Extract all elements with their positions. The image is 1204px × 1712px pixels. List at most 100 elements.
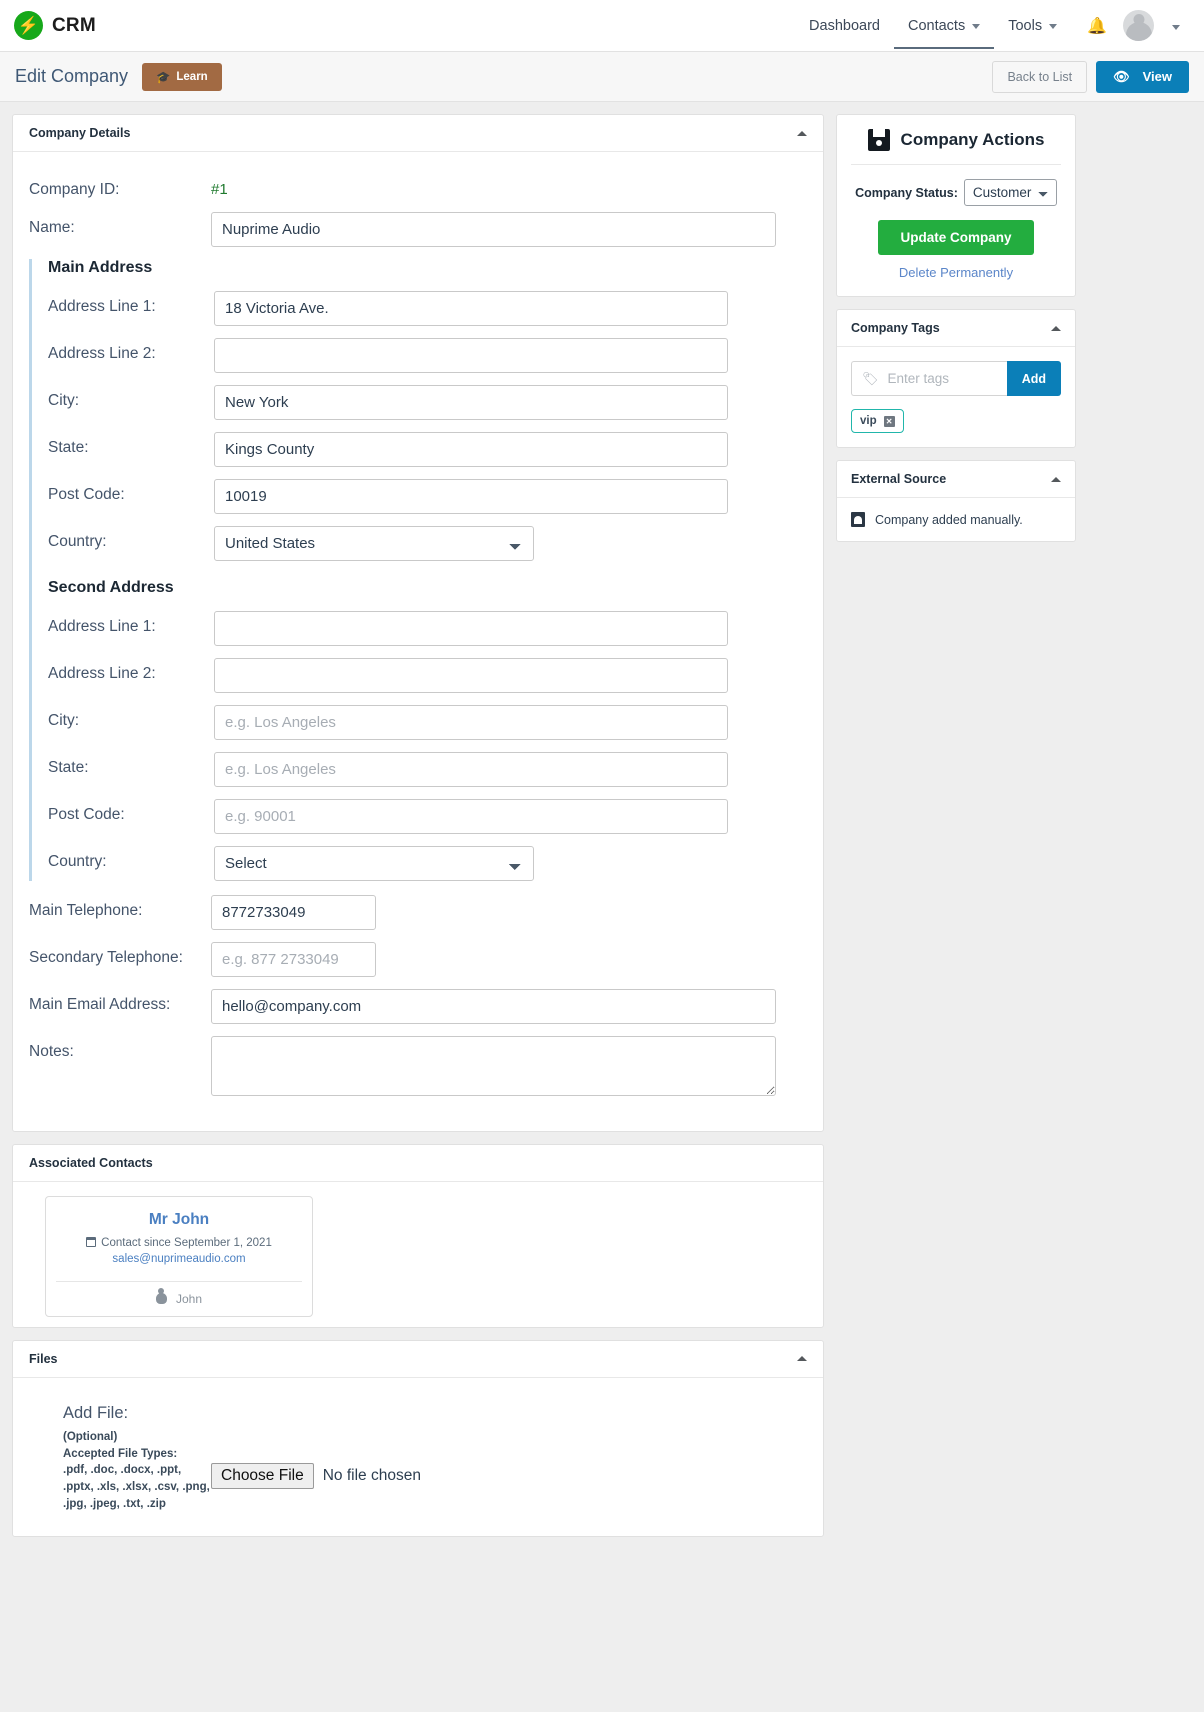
- main-email-input[interactable]: [211, 988, 776, 1024]
- second-address-country-label: Country:: [48, 852, 107, 870]
- company-actions-title: Company Actions: [900, 130, 1045, 149]
- sidebar-column: Company Actions Company Status: Customer…: [836, 114, 1076, 554]
- main-address-country-select[interactable]: United States: [214, 525, 534, 561]
- second-address-state-row: State:: [48, 751, 807, 787]
- eye-icon: 👁: [1113, 68, 1130, 84]
- company-details-title: Company Details: [29, 126, 131, 140]
- tag-input[interactable]: [887, 362, 997, 395]
- main-address-line1-label: Address Line 1:: [48, 297, 156, 315]
- tag-input-box: 🏷: [851, 361, 1007, 396]
- company-name-row: Name:: [29, 211, 807, 247]
- company-actions-panel: Company Actions Company Status: Customer…: [836, 114, 1076, 297]
- update-company-button[interactable]: Update Company: [878, 220, 1034, 255]
- main-address-postcode-label: Post Code:: [48, 485, 125, 503]
- secondary-telephone-input[interactable]: [211, 941, 376, 977]
- main-address-state-input[interactable]: [214, 431, 728, 467]
- main-address-line2-input[interactable]: [214, 337, 728, 373]
- files-body: Add File: (Optional) Accepted File Types…: [13, 1378, 823, 1536]
- nav-item-contacts[interactable]: Contacts: [893, 2, 995, 49]
- tag-chip-vip[interactable]: vip ✕: [851, 409, 904, 433]
- company-status-row: Company Status: Customer: [851, 179, 1061, 206]
- choose-file-button[interactable]: Choose File: [211, 1463, 314, 1490]
- company-tags-panel: Company Tags 🏷 Add vip ✕: [836, 309, 1076, 448]
- company-tags-body: 🏷 Add vip ✕: [837, 347, 1075, 447]
- tag-icon: 🏷: [862, 370, 879, 386]
- person-icon: [155, 1293, 167, 1305]
- associated-contacts-title: Associated Contacts: [29, 1155, 153, 1170]
- delete-permanently-link[interactable]: Delete Permanently: [851, 265, 1061, 280]
- main-telephone-label: Main Telephone:: [29, 901, 143, 919]
- page-title: Edit Company: [15, 66, 129, 86]
- no-file-chosen-label: No file chosen: [322, 1467, 421, 1485]
- account-menu-toggle[interactable]: [1154, 17, 1190, 35]
- learn-button[interactable]: 🎓 Learn: [142, 62, 222, 91]
- contact-email-link[interactable]: sales@nuprimeaudio.com: [56, 1253, 302, 1265]
- nav-item-dashboard[interactable]: Dashboard: [795, 2, 894, 49]
- files-header: Files: [13, 1341, 823, 1378]
- second-address-postcode-input[interactable]: [214, 798, 728, 834]
- view-button[interactable]: 👁 View: [1096, 60, 1189, 93]
- file-accepted-line3: .jpg, .jpeg, .txt, .zip: [63, 1497, 166, 1510]
- second-address-country-select[interactable]: Select: [214, 845, 534, 881]
- secondary-telephone-row: Secondary Telephone:: [29, 941, 807, 977]
- notes-textarea[interactable]: [211, 1035, 776, 1096]
- contact-owner-row: John: [56, 1280, 302, 1316]
- file-optional-label: (Optional): [63, 1430, 118, 1443]
- second-address-line1-row: Address Line 1:: [48, 610, 807, 646]
- notes-row: Notes:: [29, 1035, 807, 1101]
- second-address-line1-label: Address Line 1:: [48, 617, 156, 635]
- add-tag-button[interactable]: Add: [1006, 361, 1061, 396]
- page-subheader: Edit Company 🎓 Learn Back to List 👁 View: [0, 52, 1204, 102]
- company-name-input[interactable]: [211, 211, 776, 247]
- add-file-labels: Add File: (Optional) Accepted File Types…: [29, 1404, 211, 1512]
- avatar-silhouette: [1125, 22, 1152, 41]
- second-address-title: Second Address: [48, 578, 174, 596]
- external-source-panel: External Source Company added manually.: [836, 460, 1076, 542]
- contact-since: Contact since September 1, 2021: [56, 1236, 302, 1249]
- bell-icon[interactable]: 🔔: [1071, 16, 1123, 36]
- user-avatar-icon[interactable]: [1123, 10, 1154, 41]
- nav-item-tools[interactable]: Tools: [994, 2, 1071, 49]
- main-address-title: Main Address: [48, 258, 153, 276]
- second-address-state-input[interactable]: [214, 751, 728, 787]
- second-address-postcode-label: Post Code:: [48, 805, 125, 823]
- nav-links: Dashboard Contacts Tools 🔔: [795, 2, 1190, 49]
- contact-name[interactable]: Mr John: [56, 1211, 302, 1229]
- company-tags-header: Company Tags: [837, 310, 1075, 347]
- collapse-toggle-icon[interactable]: [1051, 325, 1061, 331]
- external-source-row: Company added manually.: [851, 512, 1061, 527]
- contact-since-text: Contact since September 1, 2021: [101, 1236, 272, 1249]
- add-file-label: Add File:: [63, 1403, 129, 1422]
- back-to-list-button[interactable]: Back to List: [992, 60, 1088, 93]
- company-actions-body: Company Actions Company Status: Customer…: [837, 115, 1075, 296]
- main-address-group: Main Address Address Line 1: Address Lin…: [29, 258, 807, 881]
- collapse-toggle-icon[interactable]: [797, 1356, 807, 1362]
- main-telephone-input[interactable]: [211, 894, 376, 930]
- main-address-city-label: City:: [48, 391, 79, 409]
- second-address-line2-input[interactable]: [214, 657, 728, 693]
- company-id-label: Company ID:: [29, 181, 120, 198]
- main-address-line1-input[interactable]: [214, 290, 728, 326]
- notes-label: Notes:: [29, 1042, 74, 1060]
- second-address-line1-input[interactable]: [214, 610, 728, 646]
- contact-card[interactable]: Mr John Contact since September 1, 2021 …: [45, 1195, 313, 1317]
- main-address-postcode-input[interactable]: [214, 478, 728, 514]
- company-status-select[interactable]: Customer: [963, 179, 1057, 206]
- second-address-line2-row: Address Line 2:: [48, 657, 807, 693]
- close-icon[interactable]: ✕: [883, 415, 895, 427]
- collapse-toggle-icon[interactable]: [1051, 476, 1061, 482]
- second-address-city-input[interactable]: [214, 704, 728, 740]
- company-id-value: #1: [211, 181, 228, 198]
- main-address-city-input[interactable]: [214, 384, 728, 420]
- brand-logo[interactable]: ⚡ CRM: [14, 11, 96, 40]
- second-address-state-label: State:: [48, 758, 89, 776]
- associated-contacts-header: Associated Contacts: [13, 1145, 823, 1182]
- main-address-state-row: State:: [48, 431, 807, 467]
- external-source-header: External Source: [837, 461, 1075, 498]
- bolt-icon: ⚡: [14, 11, 43, 40]
- chevron-down-icon: [1172, 24, 1180, 30]
- second-address-city-row: City:: [48, 704, 807, 740]
- main-email-row: Main Email Address:: [29, 988, 807, 1024]
- collapse-toggle-icon[interactable]: [797, 130, 807, 136]
- external-source-title: External Source: [851, 472, 947, 486]
